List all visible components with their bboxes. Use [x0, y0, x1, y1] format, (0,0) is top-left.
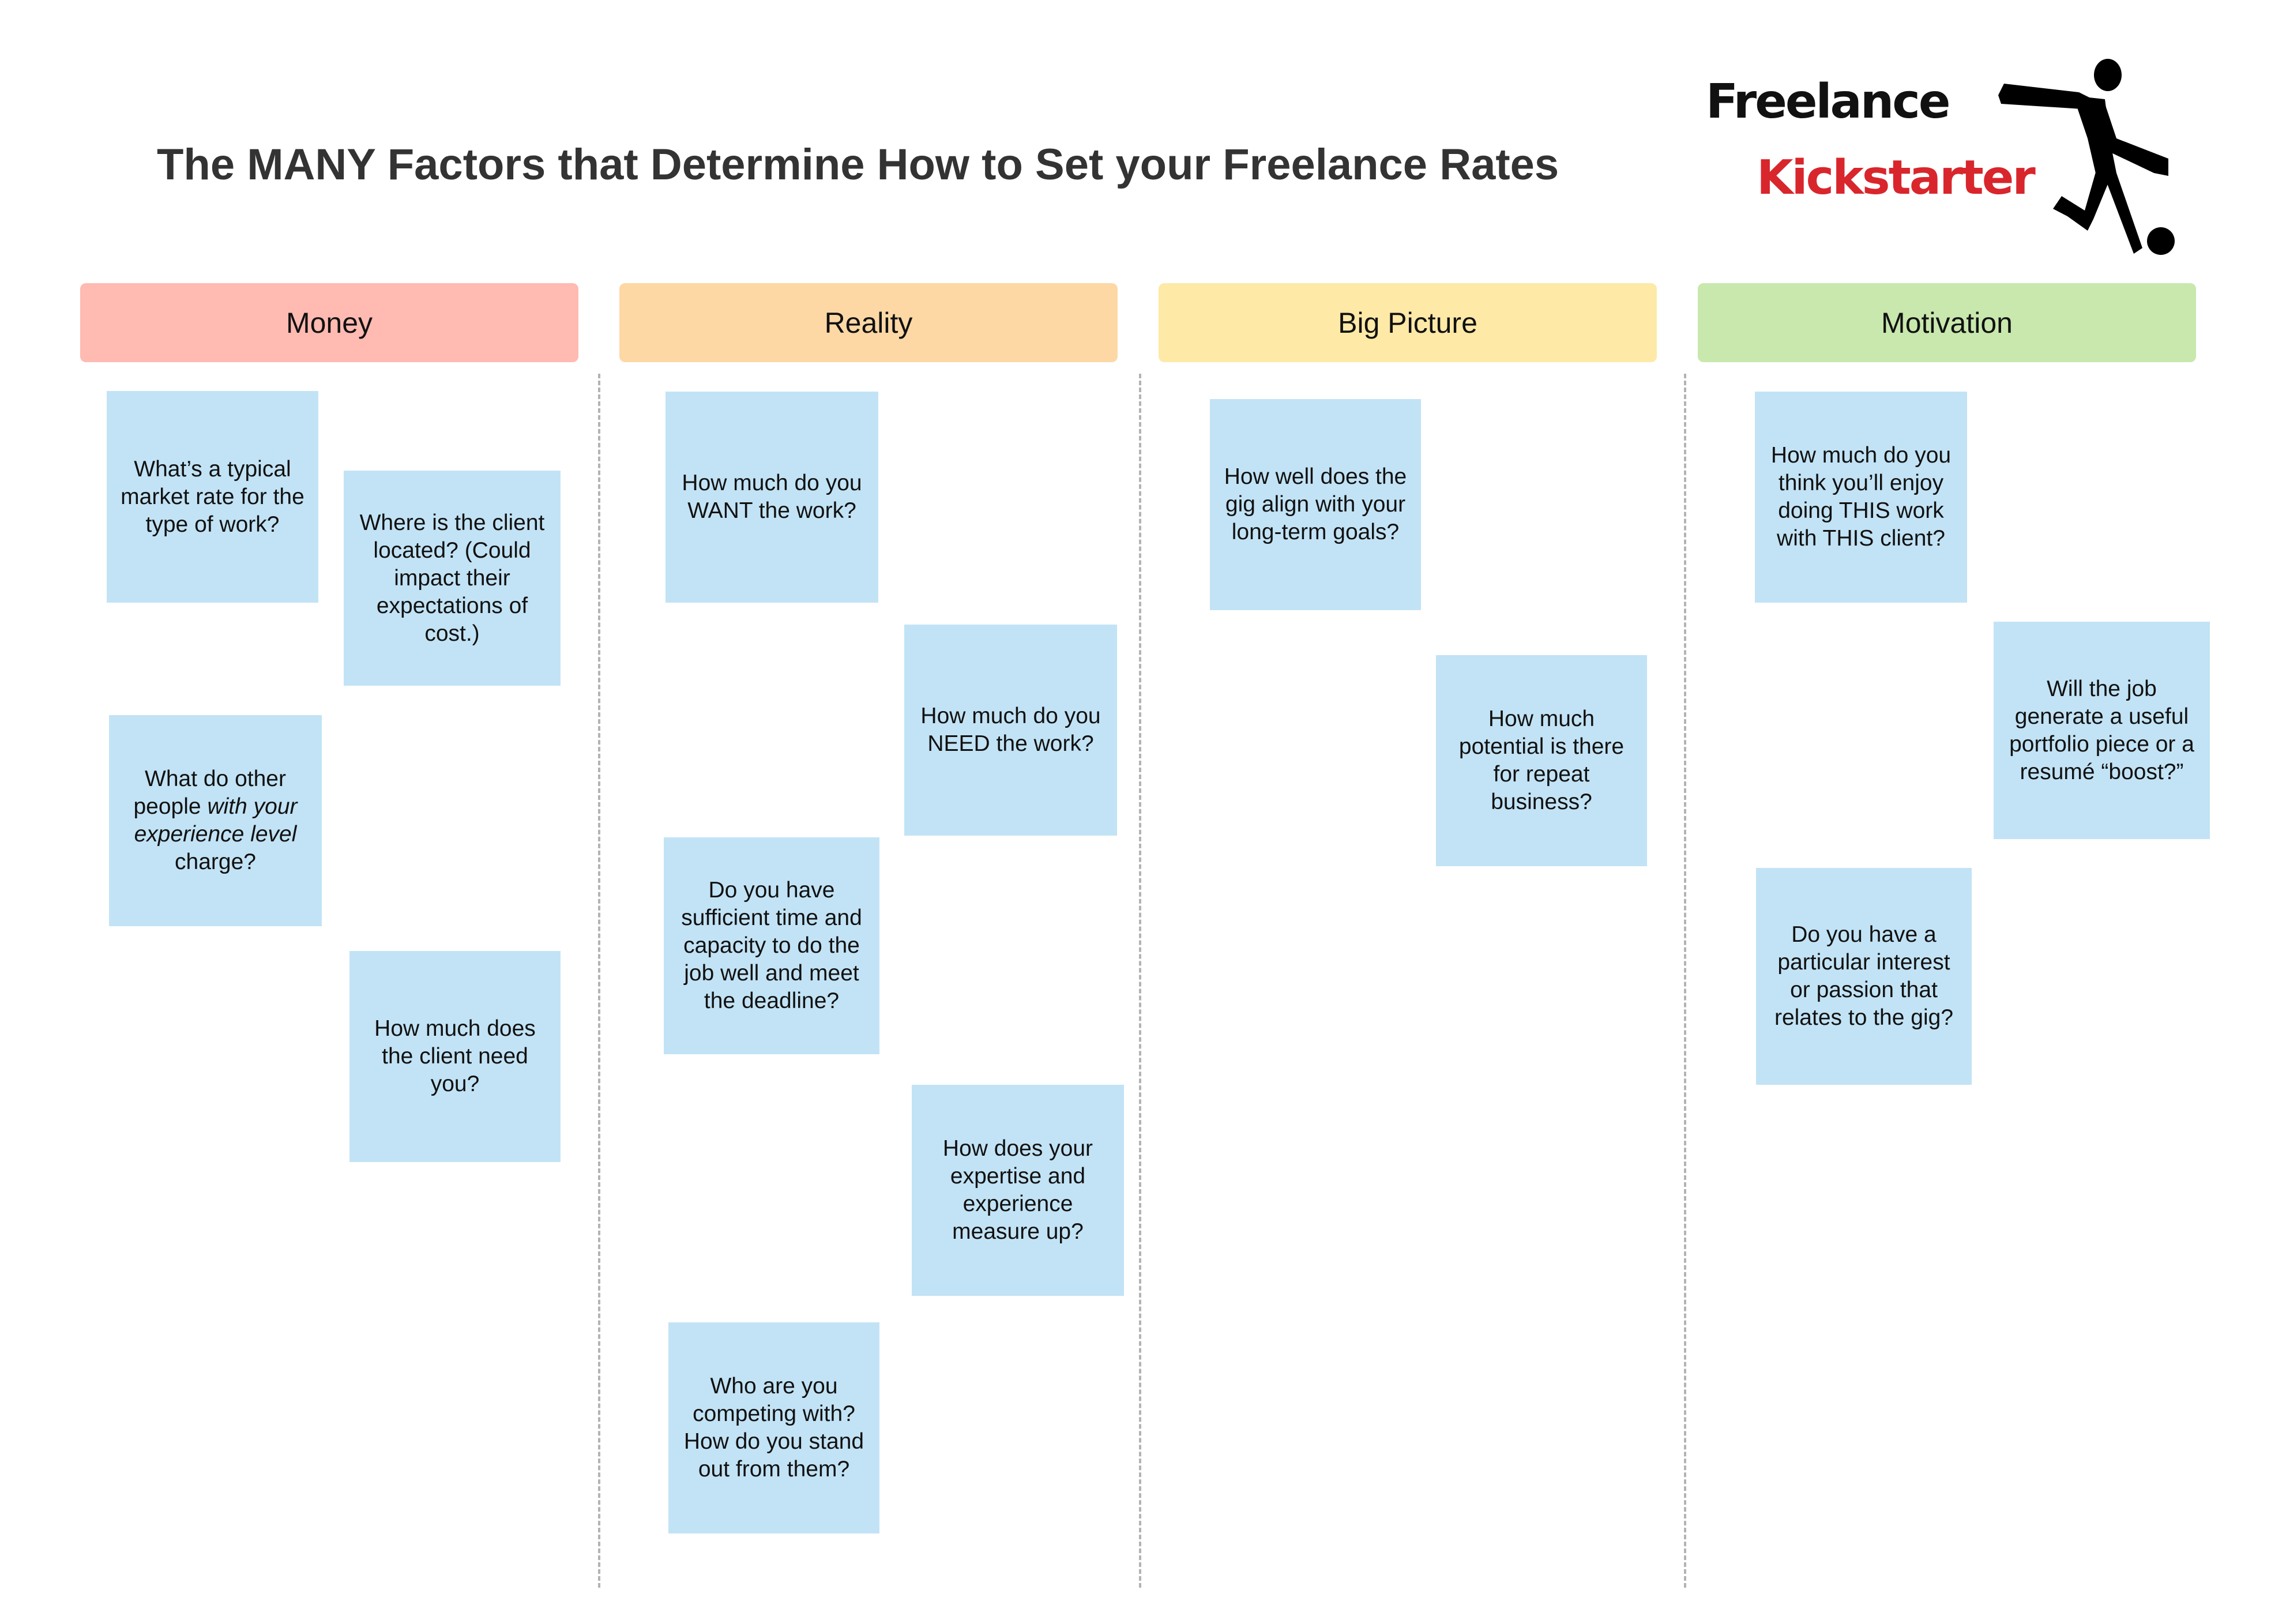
soccer-player-icon [1998, 59, 2175, 255]
board: The MANY Factors that Determine How to S… [0, 0, 2271, 1624]
column-header-label: Money [285, 306, 373, 339]
player-leg-back [2053, 170, 2114, 231]
sticky-note-text: How does your expertise and experience m… [942, 1136, 1093, 1244]
sticky-note-text: How much do you think you’ll enjoy doing… [1770, 443, 1952, 551]
sticky-note[interactable]: How much potential is there for repeat b… [1436, 655, 1647, 866]
column-divider [598, 374, 600, 1588]
sticky-note-text: Do you have sufficient time and capacity… [681, 878, 862, 1013]
sticky-note-text-part: charge? [175, 849, 256, 874]
sticky-note[interactable]: What do other people with your experienc… [109, 715, 322, 926]
column-divider [1139, 374, 1141, 1588]
sticky-note-text: How much do you WANT the work? [682, 471, 862, 523]
sticky-note-text: Will the job generate a useful portfolio… [2009, 676, 2194, 784]
column-header-big-picture: Big Picture [1159, 283, 1657, 362]
sticky-note-text: How much does the client need you? [374, 1016, 536, 1096]
sticky-note[interactable]: Who are you competing with? How do you s… [668, 1322, 879, 1533]
sticky-note[interactable]: Do you have a particular interest or pas… [1756, 868, 1972, 1085]
column-header-money: Money [80, 283, 578, 362]
player-leg-front [2102, 170, 2142, 254]
sticky-note[interactable]: Do you have sufficient time and capacity… [664, 837, 879, 1054]
player-head [2094, 59, 2122, 91]
sticky-note-text: How well does the gig align with your lo… [1224, 464, 1407, 544]
column-header-motivation: Motivation [1698, 283, 2196, 362]
sticky-note[interactable]: Where is the client located? (Could impa… [344, 471, 561, 686]
sticky-note[interactable]: How does your expertise and experience m… [912, 1085, 1124, 1296]
page-title: The MANY Factors that Determine How to S… [157, 140, 1559, 189]
sticky-note-text: Where is the client located? (Could impa… [359, 510, 545, 646]
column-header-label: Big Picture [1338, 306, 1477, 339]
sticky-note-text: How much potential is there for repeat b… [1458, 706, 1625, 814]
sticky-note[interactable]: How well does the gig align with your lo… [1210, 399, 1421, 610]
column-divider [1684, 374, 1686, 1588]
sticky-note[interactable]: How much do you think you’ll enjoy doing… [1755, 392, 1967, 603]
logo-text-freelance: Freelance [1706, 74, 1950, 129]
sticky-note[interactable]: How much do you WANT the work? [665, 392, 878, 603]
sticky-note-text: What’s a typical market rate for the typ… [121, 456, 304, 537]
column-header-label: Reality [824, 306, 913, 339]
sticky-note[interactable]: Will the job generate a useful portfolio… [1994, 622, 2210, 839]
ball [2147, 227, 2175, 255]
column-header-reality: Reality [619, 283, 1118, 362]
sticky-note-text: What do other people with your experienc… [119, 765, 311, 876]
sticky-note-text: Do you have a particular interest or pas… [1774, 922, 1954, 1030]
column-header-label: Motivation [1881, 306, 2013, 339]
sticky-note-text: How much do you NEED the work? [920, 704, 1101, 756]
sticky-note[interactable]: How much does the client need you? [349, 951, 561, 1162]
sticky-note[interactable]: What’s a typical market rate for the typ… [107, 391, 318, 603]
sticky-note-text: Who are you competing with? How do you s… [683, 1374, 864, 1482]
sticky-note[interactable]: How much do you NEED the work? [904, 625, 1117, 836]
